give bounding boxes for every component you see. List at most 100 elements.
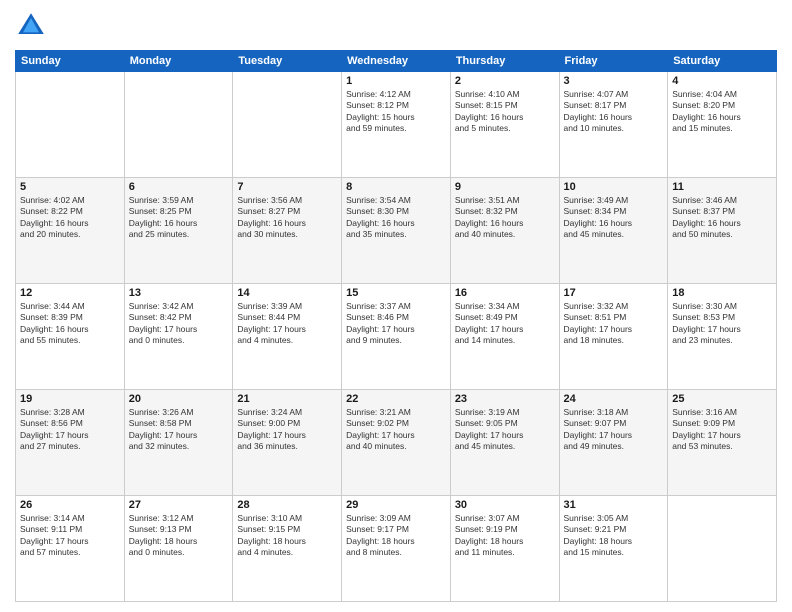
day-number: 14 [237, 287, 337, 299]
calendar-cell: 25Sunrise: 3:16 AM Sunset: 9:09 PM Dayli… [668, 390, 777, 496]
calendar-week-row: 19 Sunrise: 3:28 AM Sunset: 8:56 PM Dayli… [16, 390, 777, 496]
calendar-cell: 29 Sunrise: 3:09 AM Sunset: 9:17 PM Dayli… [342, 496, 451, 602]
day-info: Sunrise: 3:42 AM Sunset: 8:42 PM Dayligh… [129, 301, 229, 347]
calendar-cell: 6 Sunrise: 3:59 AM Sunset: 8:25 PM Daylig… [124, 178, 233, 284]
calendar-cell: 10 Sunrise: 3:49 AM Sunset: 8:34 PM Dayli… [559, 178, 668, 284]
day-info: Sunrise: 4:04 AM Sunset: 8:20 PM Dayligh… [672, 89, 772, 135]
day-info: Sunrise: 3:28 AM Sunset: 8:56 PM Dayligh… [20, 407, 120, 453]
day-of-week-header: Sunday [16, 51, 125, 72]
day-info: Sunrise: 3:37 AM Sunset: 8:46 PM Dayligh… [346, 301, 446, 347]
calendar-cell: 18 Sunrise: 3:30 AM Sunset: 8:53 PM Dayli… [668, 284, 777, 390]
day-number: 11 [672, 181, 772, 193]
calendar-cell: 30 Sunrise: 3:07 AM Sunset: 9:19 PM Dayli… [450, 496, 559, 602]
day-number: 22 [346, 393, 446, 405]
calendar-cell: 5 Sunrise: 4:02 AM Sunset: 8:22 PM Daylig… [16, 178, 125, 284]
day-number: 24 [564, 393, 664, 405]
day-number: 4 [672, 75, 772, 87]
day-info: Sunrise: 4:02 AM Sunset: 8:22 PM Dayligh… [20, 195, 120, 241]
day-info: Sunrise: 3:18 AM Sunset: 9:07 PM Dayligh… [564, 407, 664, 453]
calendar-cell: 7 Sunrise: 3:56 AM Sunset: 8:27 PM Daylig… [233, 178, 342, 284]
calendar-cell: 2 Sunrise: 4:10 AM Sunset: 8:15 PM Daylig… [450, 72, 559, 178]
day-of-week-header: Tuesday [233, 51, 342, 72]
day-info: Sunrise: 4:12 AM Sunset: 8:12 PM Dayligh… [346, 89, 446, 135]
day-number: 19 [20, 393, 120, 405]
calendar-cell: 16Sunrise: 3:34 AM Sunset: 8:49 PM Dayli… [450, 284, 559, 390]
day-info: Sunrise: 3:30 AM Sunset: 8:53 PM Dayligh… [672, 301, 772, 347]
calendar-cell: 3 Sunrise: 4:07 AM Sunset: 8:17 PM Daylig… [559, 72, 668, 178]
day-info: Sunrise: 3:49 AM Sunset: 8:34 PM Dayligh… [564, 195, 664, 241]
day-number: 16 [455, 287, 555, 299]
calendar-cell [16, 72, 125, 178]
day-info: Sunrise: 4:07 AM Sunset: 8:17 PM Dayligh… [564, 89, 664, 135]
day-info: Sunrise: 3:12 AM Sunset: 9:13 PM Dayligh… [129, 513, 229, 559]
day-info: Sunrise: 3:51 AM Sunset: 8:32 PM Dayligh… [455, 195, 555, 241]
day-number: 29 [346, 499, 446, 511]
day-number: 30 [455, 499, 555, 511]
day-number: 18 [672, 287, 772, 299]
calendar-cell [124, 72, 233, 178]
day-number: 3 [564, 75, 664, 87]
day-of-week-header: Thursday [450, 51, 559, 72]
day-info: Sunrise: 3:07 AM Sunset: 9:19 PM Dayligh… [455, 513, 555, 559]
calendar-cell: 28Sunrise: 3:10 AM Sunset: 9:15 PM Dayli… [233, 496, 342, 602]
page: SundayMondayTuesdayWednesdayThursdayFrid… [0, 0, 792, 612]
day-number: 7 [237, 181, 337, 193]
calendar-cell: 8 Sunrise: 3:54 AM Sunset: 8:30 PM Daylig… [342, 178, 451, 284]
calendar-cell: 17 Sunrise: 3:32 AM Sunset: 8:51 PM Dayli… [559, 284, 668, 390]
day-info: Sunrise: 3:44 AM Sunset: 8:39 PM Dayligh… [20, 301, 120, 347]
day-number: 17 [564, 287, 664, 299]
day-number: 15 [346, 287, 446, 299]
day-info: Sunrise: 3:26 AM Sunset: 8:58 PM Dayligh… [129, 407, 229, 453]
day-info: Sunrise: 3:09 AM Sunset: 9:17 PM Dayligh… [346, 513, 446, 559]
day-number: 28 [237, 499, 337, 511]
day-number: 6 [129, 181, 229, 193]
day-number: 8 [346, 181, 446, 193]
day-info: Sunrise: 3:56 AM Sunset: 8:27 PM Dayligh… [237, 195, 337, 241]
header [15, 10, 777, 42]
calendar-cell: 15 Sunrise: 3:37 AM Sunset: 8:46 PM Dayli… [342, 284, 451, 390]
day-number: 1 [346, 75, 446, 87]
calendar-week-row: 5 Sunrise: 4:02 AM Sunset: 8:22 PM Daylig… [16, 178, 777, 284]
day-info: Sunrise: 3:54 AM Sunset: 8:30 PM Dayligh… [346, 195, 446, 241]
calendar-cell: 9 Sunrise: 3:51 AM Sunset: 8:32 PM Daylig… [450, 178, 559, 284]
day-number: 13 [129, 287, 229, 299]
calendar-cell: 27 Sunrise: 3:12 AM Sunset: 9:13 PM Dayli… [124, 496, 233, 602]
day-info: Sunrise: 3:19 AM Sunset: 9:05 PM Dayligh… [455, 407, 555, 453]
day-number: 26 [20, 499, 120, 511]
day-info: Sunrise: 3:05 AM Sunset: 9:21 PM Dayligh… [564, 513, 664, 559]
day-number: 2 [455, 75, 555, 87]
calendar-week-row: 26Sunrise: 3:14 AM Sunset: 9:11 PM Dayli… [16, 496, 777, 602]
calendar-cell [233, 72, 342, 178]
day-info: Sunrise: 3:46 AM Sunset: 8:37 PM Dayligh… [672, 195, 772, 241]
day-info: Sunrise: 3:32 AM Sunset: 8:51 PM Dayligh… [564, 301, 664, 347]
logo [15, 10, 51, 42]
day-number: 9 [455, 181, 555, 193]
calendar-cell: 31Sunrise: 3:05 AM Sunset: 9:21 PM Dayli… [559, 496, 668, 602]
day-info: Sunrise: 3:59 AM Sunset: 8:25 PM Dayligh… [129, 195, 229, 241]
calendar: SundayMondayTuesdayWednesdayThursdayFrid… [15, 50, 777, 602]
calendar-cell: 23 Sunrise: 3:19 AM Sunset: 9:05 PM Dayli… [450, 390, 559, 496]
day-number: 21 [237, 393, 337, 405]
day-of-week-header: Monday [124, 51, 233, 72]
calendar-cell: 20 Sunrise: 3:26 AM Sunset: 8:58 PM Dayli… [124, 390, 233, 496]
calendar-cell: 11 Sunrise: 3:46 AM Sunset: 8:37 PM Dayli… [668, 178, 777, 284]
day-number: 12 [20, 287, 120, 299]
day-info: Sunrise: 3:16 AM Sunset: 9:09 PM Dayligh… [672, 407, 772, 453]
calendar-cell: 14 Sunrise: 3:39 AM Sunset: 8:44 PM Dayli… [233, 284, 342, 390]
day-info: Sunrise: 3:39 AM Sunset: 8:44 PM Dayligh… [237, 301, 337, 347]
calendar-cell: 19 Sunrise: 3:28 AM Sunset: 8:56 PM Dayli… [16, 390, 125, 496]
day-info: Sunrise: 3:21 AM Sunset: 9:02 PM Dayligh… [346, 407, 446, 453]
day-number: 20 [129, 393, 229, 405]
calendar-cell: 1 Sunrise: 4:12 AM Sunset: 8:12 PM Daylig… [342, 72, 451, 178]
day-info: Sunrise: 4:10 AM Sunset: 8:15 PM Dayligh… [455, 89, 555, 135]
day-number: 5 [20, 181, 120, 193]
day-number: 10 [564, 181, 664, 193]
calendar-header-row: SundayMondayTuesdayWednesdayThursdayFrid… [16, 51, 777, 72]
logo-icon [15, 10, 47, 42]
day-number: 27 [129, 499, 229, 511]
calendar-week-row: 1 Sunrise: 4:12 AM Sunset: 8:12 PM Daylig… [16, 72, 777, 178]
calendar-cell: 4 Sunrise: 4:04 AM Sunset: 8:20 PM Daylig… [668, 72, 777, 178]
day-info: Sunrise: 3:24 AM Sunset: 9:00 PM Dayligh… [237, 407, 337, 453]
calendar-cell: 12 Sunrise: 3:44 AM Sunset: 8:39 PM Dayli… [16, 284, 125, 390]
day-number: 23 [455, 393, 555, 405]
